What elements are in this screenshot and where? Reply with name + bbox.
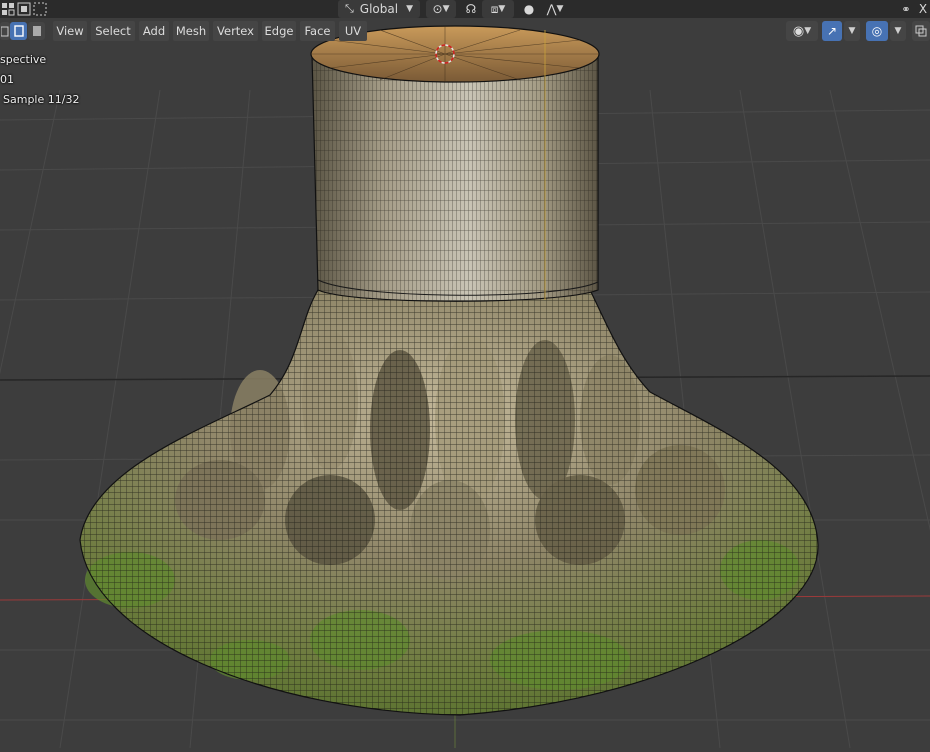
chevron-down-icon: ▼ [498, 4, 506, 14]
edge-select-icon[interactable] [10, 22, 27, 40]
close-icon[interactable]: X [916, 0, 930, 18]
menu-vertex[interactable]: Vertex [213, 21, 258, 41]
snap-target-icon: ⧈ [490, 1, 499, 16]
pivot-icon: ⊙ [432, 2, 443, 16]
menu-mesh[interactable]: Mesh [173, 21, 209, 41]
gizmo-icon[interactable]: ↗ [822, 21, 842, 41]
chevron-down-icon: ▼ [848, 26, 856, 36]
chevron-down-icon: ▼ [442, 4, 450, 14]
overlay-dropdown[interactable]: ▼ [890, 21, 906, 41]
chevron-down-icon: ▼ [804, 26, 812, 36]
tree-stump-mesh[interactable] [79, 25, 819, 716]
chevron-down-icon: ▼ [894, 26, 902, 36]
close-label: X [918, 2, 928, 16]
mode-icon-2[interactable] [16, 0, 32, 18]
viewport-object-name: 01 [0, 73, 14, 86]
visibility-dropdown[interactable]: ◉ ▼ [786, 21, 818, 41]
render-sample-count: Sample 11/32 [3, 93, 80, 106]
snap-icon[interactable]: ☊ [462, 0, 480, 18]
3d-viewport[interactable] [0, 0, 930, 749]
falloff-dropdown[interactable]: ⋀ ▼ [540, 0, 570, 18]
visibility-icon: ◉ [792, 23, 805, 39]
face-select-icon[interactable] [28, 22, 45, 40]
pivot-dropdown[interactable]: ⊙ ▼ [426, 0, 456, 18]
menu-face[interactable]: Face [300, 21, 335, 41]
proportional-edit-icon[interactable]: ● [520, 0, 538, 18]
chevron-down-icon: ▼ [406, 4, 413, 14]
menu-select[interactable]: Select [91, 21, 135, 41]
transform-orientation-label: Global [359, 2, 399, 16]
xray-icon[interactable] [912, 21, 930, 41]
menu-add[interactable]: Add [139, 21, 169, 41]
stump-base-wire [79, 289, 819, 716]
mode-icon-3[interactable] [32, 0, 48, 18]
menu-uv[interactable]: UV [339, 21, 367, 41]
falloff-icon: ⋀ [546, 2, 557, 16]
gizmo-dropdown[interactable]: ▼ [844, 21, 860, 41]
transform-orientation-icon: ⤡ [344, 2, 354, 15]
menu-edge[interactable]: Edge [262, 21, 296, 41]
trunk-wire [311, 54, 599, 302]
transform-orientation-dropdown[interactable]: ⤡ Global ▼ [338, 0, 420, 18]
mode-icon[interactable] [0, 0, 16, 18]
viewport-view-name: spective [0, 53, 47, 66]
menu-view[interactable]: View [53, 21, 87, 41]
scene-icon[interactable]: ⚭ [898, 0, 914, 18]
overlay-icon[interactable]: ◎ [866, 21, 888, 41]
vertex-select-icon[interactable] [0, 22, 10, 40]
viewport-canvas[interactable] [0, 0, 930, 749]
chevron-down-icon: ▼ [556, 4, 564, 14]
snap-target-dropdown[interactable]: ⧈ ▼ [482, 0, 514, 18]
